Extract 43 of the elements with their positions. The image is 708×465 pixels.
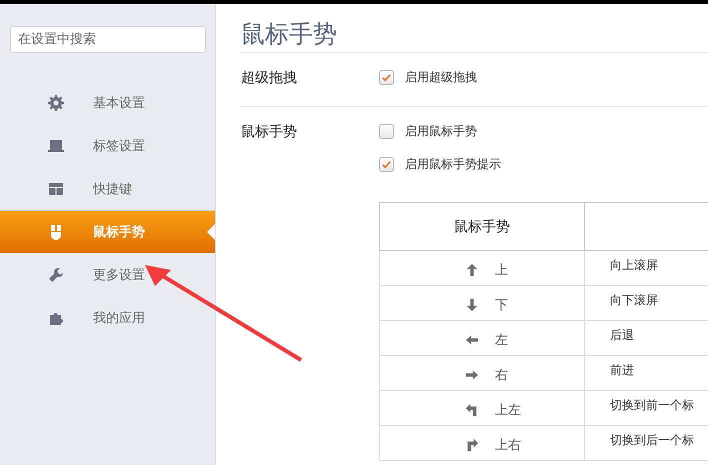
wrench-icon [48, 266, 64, 282]
sidebar-item[interactable]: 快捷键 [0, 167, 215, 210]
section-label: 鼠标手势 [241, 123, 298, 142]
up-left-arrow-icon [465, 403, 479, 417]
column-header: 鼠标手势 [380, 202, 584, 250]
up-right-arrow-icon [465, 438, 479, 452]
checkbox[interactable] [379, 70, 394, 85]
checkbox[interactable] [379, 157, 394, 172]
layout-icon [48, 180, 64, 196]
selection-pointer [207, 224, 215, 240]
mouse-icon [48, 224, 64, 240]
checkbox-label: 启用鼠标手势 [405, 123, 477, 140]
page-title: 鼠标手势 [241, 18, 708, 53]
down-arrow-icon [465, 298, 479, 312]
right-arrow-icon [465, 368, 479, 382]
gear-icon [48, 94, 64, 110]
sidebar-item[interactable]: 更多设置 [0, 253, 215, 296]
gesture-action: 切换到后一个标 [609, 432, 694, 449]
gesture-name: 左 [495, 332, 508, 349]
gesture-name: 右 [495, 367, 508, 384]
sidebar-item[interactable]: 鼠标手势 [0, 210, 215, 253]
laptop-icon [48, 138, 64, 154]
gesture-name: 上 [495, 262, 508, 279]
search-field[interactable]: 在设置中搜索 [10, 26, 206, 53]
checkmark-icon [381, 159, 392, 170]
section-label: 超级拖拽 [241, 69, 298, 87]
gesture-action: 向上滚屏 [609, 257, 658, 274]
gesture-name: 上右 [495, 437, 521, 454]
sidebar-item[interactable]: 我的应用 [0, 296, 215, 339]
sidebar-item[interactable]: 基本设置 [0, 81, 215, 124]
left-arrow-icon [465, 333, 479, 347]
up-arrow-icon [465, 263, 479, 277]
checkbox-label: 启用超级拖拽 [405, 69, 477, 86]
gesture-action: 切换到前一个标 [609, 397, 694, 414]
gesture-action: 后退 [609, 327, 634, 344]
checkbox-label: 启用鼠标手势提示 [405, 156, 501, 173]
checkbox[interactable] [379, 124, 394, 139]
gesture-action: 前进 [609, 362, 634, 379]
sidebar-item[interactable]: 标签设置 [0, 124, 215, 167]
gesture-name: 上左 [495, 402, 521, 419]
gesture-name: 下 [495, 297, 508, 314]
checkmark-icon [381, 72, 392, 83]
gesture-action: 向下滚屏 [609, 292, 658, 309]
